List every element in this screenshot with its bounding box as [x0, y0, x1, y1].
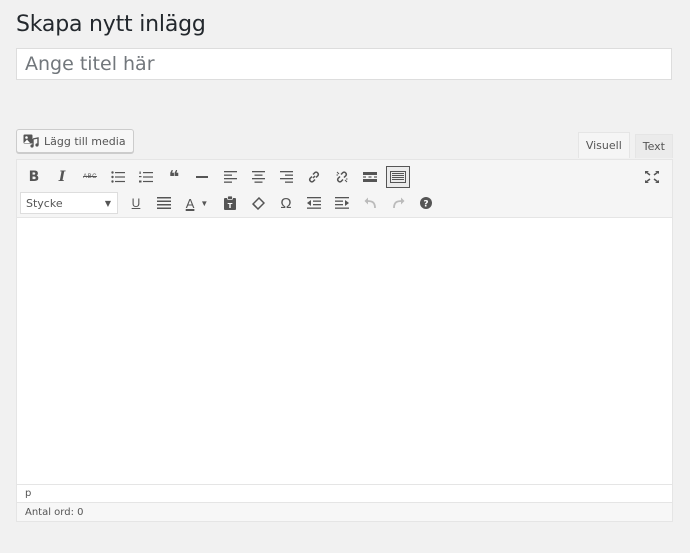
page-title: Skapa nytt inlägg: [16, 12, 206, 37]
word-count-bar: Antal ord: 0: [17, 502, 672, 521]
underline-icon: U: [131, 196, 141, 210]
editor: B I ABC ❝ Stycke ▼ U A ▼ T Ω ? p Antal o…: [16, 159, 673, 522]
horizontal-line-button[interactable]: [188, 165, 216, 189]
tab-text[interactable]: Text: [634, 134, 673, 158]
align-right-button[interactable]: [272, 165, 300, 189]
chevron-down-icon: ▼: [104, 198, 111, 208]
numbered-list-button[interactable]: [132, 165, 160, 189]
text-color-chevron-icon: ▼: [200, 198, 209, 208]
redo-icon: [392, 197, 405, 209]
media-icon: [23, 134, 39, 148]
underline-button[interactable]: U: [122, 191, 150, 215]
element-path[interactable]: p: [25, 488, 31, 499]
insert-link-button[interactable]: [300, 165, 328, 189]
read-more-button[interactable]: [356, 165, 384, 189]
toolbar-row-1: B I ABC ❝: [20, 165, 412, 189]
align-left-button[interactable]: [216, 165, 244, 189]
bullet-list-icon: [111, 171, 125, 183]
special-character-button[interactable]: Ω: [272, 191, 300, 215]
bold-icon: B: [28, 169, 40, 185]
add-media-label: Lägg till media: [44, 134, 126, 148]
strikethrough-icon: ABC: [83, 174, 97, 180]
editor-path-statusbar: p: [17, 484, 672, 502]
special-character-icon: Ω: [280, 194, 292, 212]
format-select[interactable]: Stycke ▼: [20, 192, 118, 214]
link-icon: [307, 170, 321, 184]
italic-button[interactable]: I: [48, 165, 76, 189]
numbered-list-icon: [139, 171, 153, 183]
text-color-button[interactable]: A ▼: [178, 191, 216, 215]
clear-formatting-icon: [251, 196, 265, 210]
format-select-value: Stycke: [26, 196, 63, 210]
tab-visual[interactable]: Visuell: [577, 132, 630, 158]
bold-button[interactable]: B: [20, 165, 48, 189]
word-count: Antal ord: 0: [25, 506, 84, 518]
paste-text-icon: T: [224, 196, 236, 210]
redo-button[interactable]: [384, 191, 412, 215]
add-media-button[interactable]: Lägg till media: [16, 129, 134, 153]
blockquote-button[interactable]: ❝: [160, 165, 188, 189]
fullscreen-button[interactable]: [638, 165, 666, 189]
toolbar-toggle-button[interactable]: [386, 166, 410, 188]
align-left-icon: [223, 171, 237, 183]
toolbar-row-2: Stycke ▼ U A ▼ T Ω ?: [20, 191, 440, 215]
editor-tabs: Visuell Text: [577, 132, 673, 158]
justify-button[interactable]: [150, 191, 178, 215]
unlink-icon: [335, 170, 349, 184]
help-button[interactable]: ?: [412, 191, 440, 215]
svg-text:?: ?: [423, 200, 428, 210]
italic-icon: I: [58, 169, 66, 185]
post-title-input[interactable]: [16, 48, 672, 80]
svg-text:T: T: [228, 202, 233, 210]
outdent-button[interactable]: [300, 191, 328, 215]
bullet-list-button[interactable]: [104, 165, 132, 189]
align-center-button[interactable]: [244, 165, 272, 189]
align-center-icon: [251, 171, 265, 183]
strikethrough-button[interactable]: ABC: [76, 165, 104, 189]
indent-icon: [335, 197, 349, 209]
horizontal-line-icon: [196, 175, 208, 179]
clear-formatting-button[interactable]: [244, 191, 272, 215]
paste-text-button[interactable]: T: [216, 191, 244, 215]
remove-link-button[interactable]: [328, 165, 356, 189]
text-color-icon: A: [185, 195, 195, 211]
editor-toolbar: B I ABC ❝ Stycke ▼ U A ▼ T Ω ?: [17, 160, 672, 218]
undo-icon: [364, 197, 377, 209]
undo-button[interactable]: [356, 191, 384, 215]
help-icon: ?: [420, 197, 432, 209]
align-right-icon: [279, 171, 293, 183]
toolbar-toggle-icon: [390, 171, 406, 183]
justify-icon: [157, 197, 171, 209]
fullscreen-icon: [645, 171, 659, 183]
blockquote-icon: ❝: [168, 166, 180, 187]
outdent-icon: [307, 197, 321, 209]
indent-button[interactable]: [328, 191, 356, 215]
editor-content-area[interactable]: [17, 218, 672, 484]
read-more-icon: [363, 172, 377, 182]
